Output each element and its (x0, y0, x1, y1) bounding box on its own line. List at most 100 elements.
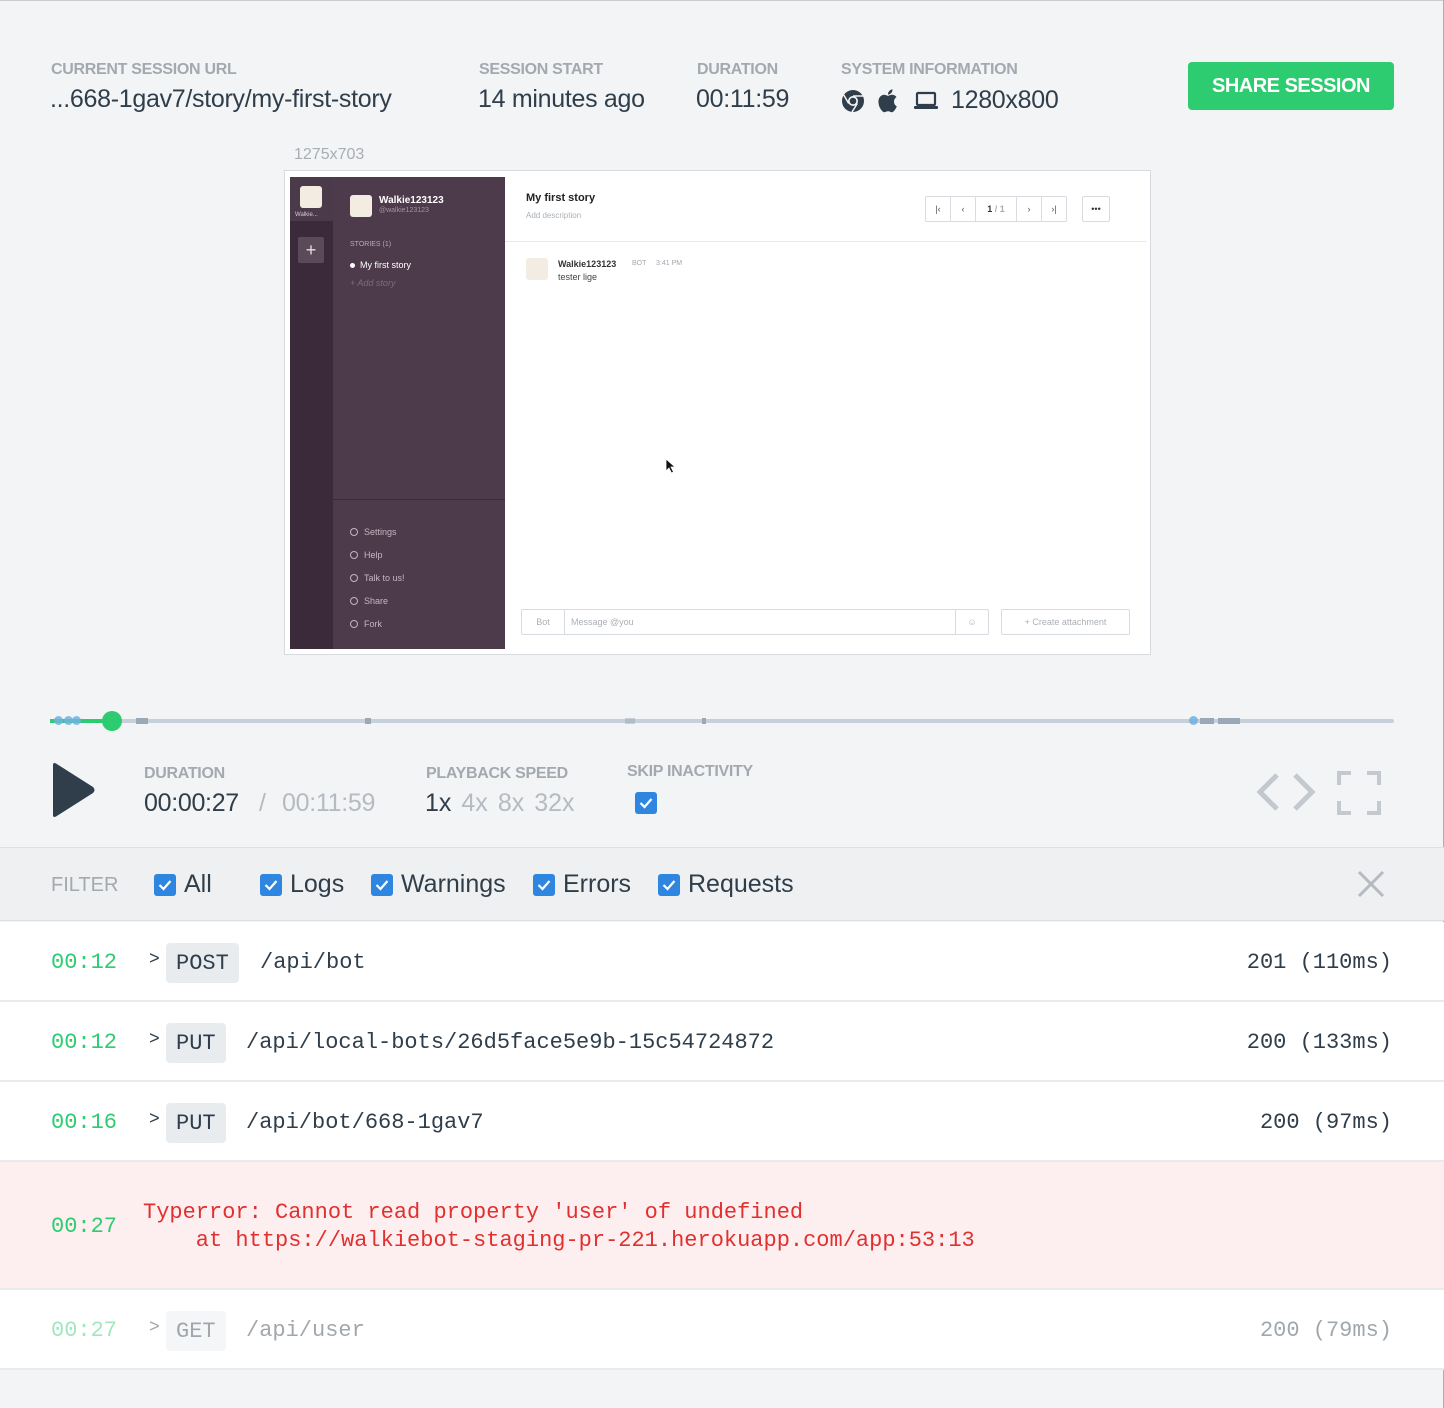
timeline-activity-segment (1218, 718, 1240, 724)
create-attachment-button: + Create attachment (1001, 609, 1130, 635)
log-row[interactable]: 00:12 > PUT /api/local-bots/26d5face5e9b… (0, 1002, 1444, 1082)
request-method-badge: PUT (166, 1103, 226, 1143)
request-path: /api/bot (260, 950, 366, 975)
filter-requests[interactable]: Requests (658, 870, 794, 899)
log-row[interactable]: 00:16 > PUT /api/bot/668-1gav7 200 (97ms… (0, 1082, 1444, 1162)
playback-speed-options: 1x 4x 8x 32x (425, 789, 575, 818)
top-border (0, 0, 1444, 1)
sidebar-username: Walkie123123 (379, 195, 444, 206)
sidebar-avatar (350, 195, 372, 217)
filter-errors[interactable]: Errors (533, 870, 631, 899)
chevron-right-icon[interactable]: > (149, 1110, 160, 1130)
duration-label: DURATION (697, 61, 778, 78)
story-description: Add description (526, 211, 582, 220)
request-method-badge: GET (166, 1311, 226, 1351)
filter-all[interactable]: All (154, 870, 212, 899)
log-row[interactable]: 00:27 > GET /api/user 200 (79ms) (0, 1290, 1444, 1370)
speed-4x[interactable]: 4x (461, 789, 487, 818)
playback-speed-label: PLAYBACK SPEED (426, 765, 568, 782)
timeline-activity-segment (625, 718, 635, 724)
skip-inactivity-checkbox[interactable] (635, 792, 657, 814)
menu-talk: Talk to us! (350, 566, 405, 589)
apple-icon (878, 88, 897, 112)
check-icon (264, 879, 278, 891)
log-time: 00:27 (51, 1318, 118, 1343)
speed-32x[interactable]: 32x (534, 789, 574, 818)
timeline-scrubber-handle[interactable] (101, 711, 122, 731)
timeline-event-marker (72, 716, 81, 725)
share-session-button[interactable]: SHARE SESSION (1188, 62, 1394, 110)
current-duration-label: DURATION (144, 765, 225, 782)
check-icon (375, 879, 389, 891)
menu-help: Help (350, 543, 405, 566)
chevron-right-icon[interactable]: > (149, 1318, 160, 1338)
rail-name: Walkie... (295, 212, 318, 218)
message-avatar (526, 258, 548, 280)
timeline-event-marker (54, 716, 63, 725)
current-time-value: 00:00:27 (144, 789, 239, 817)
request-status: 200 (97ms) (1259, 1110, 1392, 1135)
session-url-label: CURRENT SESSION URL (51, 61, 237, 78)
story-title: My first story (526, 192, 596, 204)
menu-share: Share (350, 589, 405, 612)
playback-timeline[interactable] (50, 711, 1394, 731)
filter-bar: FILTER All Logs Warnings Errors Requests (0, 847, 1444, 921)
request-method-badge: PUT (166, 1023, 226, 1063)
error-log-row[interactable]: 00:27 Typerror: Cannot read property 'us… (0, 1162, 1444, 1290)
first-page-icon: |‹ (926, 197, 951, 221)
check-icon (537, 879, 551, 891)
app-rail: Walkie... + (290, 177, 333, 649)
play-icon[interactable] (50, 762, 96, 818)
story-item: My first story (350, 260, 411, 270)
request-status: 200 (133ms) (1246, 1030, 1392, 1055)
system-info-label: SYSTEM INFORMATION (841, 61, 1018, 78)
more-icon: ••• (1082, 196, 1110, 222)
mouse-cursor-icon (665, 458, 677, 474)
main-divider (505, 241, 1146, 242)
message-bot-badge: BOT (632, 260, 647, 267)
sidebar-menu: Settings Help Talk to us! Share Fork (350, 520, 405, 635)
log-time: 00:27 (51, 1214, 118, 1239)
fullscreen-icon[interactable] (1337, 771, 1381, 815)
laptop-icon (914, 91, 938, 109)
code-view-icon[interactable] (1256, 772, 1316, 812)
menu-fork: Fork (350, 612, 405, 635)
check-icon (158, 879, 172, 891)
speed-8x[interactable]: 8x (498, 789, 524, 818)
filter-warnings[interactable]: Warnings (371, 870, 506, 899)
request-path: /api/user (246, 1318, 365, 1343)
check-icon (639, 798, 653, 809)
session-start-label: SESSION START (479, 61, 603, 78)
session-url-value[interactable]: ...668-1gav7/story/my-first-story (50, 85, 392, 114)
menu-settings: Settings (350, 520, 405, 543)
chevron-right-icon[interactable]: > (149, 950, 160, 970)
error-message: Typerror: Cannot read property 'user' of… (143, 1200, 804, 1225)
prev-page-icon: ‹ (951, 197, 976, 221)
timeline-activity-segment (702, 718, 706, 724)
session-start-value: 14 minutes ago (478, 85, 645, 113)
system-info: 1280x800 (841, 86, 1059, 115)
log-row[interactable]: 00:12 > POST /api/bot 201 (110ms) (0, 922, 1444, 1002)
log-time: 00:16 (51, 1110, 118, 1135)
next-page-icon: › (1017, 197, 1042, 221)
add-story-link: + Add story (350, 278, 396, 288)
error-stack-line: at https://walkiebot-staging-pr-221.hero… (143, 1228, 975, 1253)
timeline-event-marker (1189, 716, 1198, 725)
request-path: /api/bot/668-1gav7 (246, 1110, 484, 1135)
chevron-right-icon[interactable]: > (149, 1030, 160, 1050)
timeline-activity-segment (1200, 718, 1214, 724)
log-time: 00:12 (51, 950, 118, 975)
time-separator: / (259, 789, 266, 817)
close-icon[interactable] (1356, 869, 1386, 899)
filter-logs[interactable]: Logs (260, 870, 344, 899)
request-method-badge: POST (166, 943, 239, 983)
message-composer: Bot Message @you ☺ (521, 609, 989, 635)
request-status: 200 (79ms) (1259, 1318, 1392, 1343)
timeline-activity-segment (136, 718, 148, 724)
message-user: Walkie123123 (558, 259, 617, 269)
speed-1x[interactable]: 1x (425, 789, 451, 818)
emoji-icon: ☺ (955, 610, 988, 634)
message-text: tester lige (558, 272, 598, 282)
skip-inactivity-label: SKIP INACTIVITY (627, 763, 753, 780)
story-pager: |‹ ‹ 1 / 1 › ›| (925, 196, 1067, 222)
